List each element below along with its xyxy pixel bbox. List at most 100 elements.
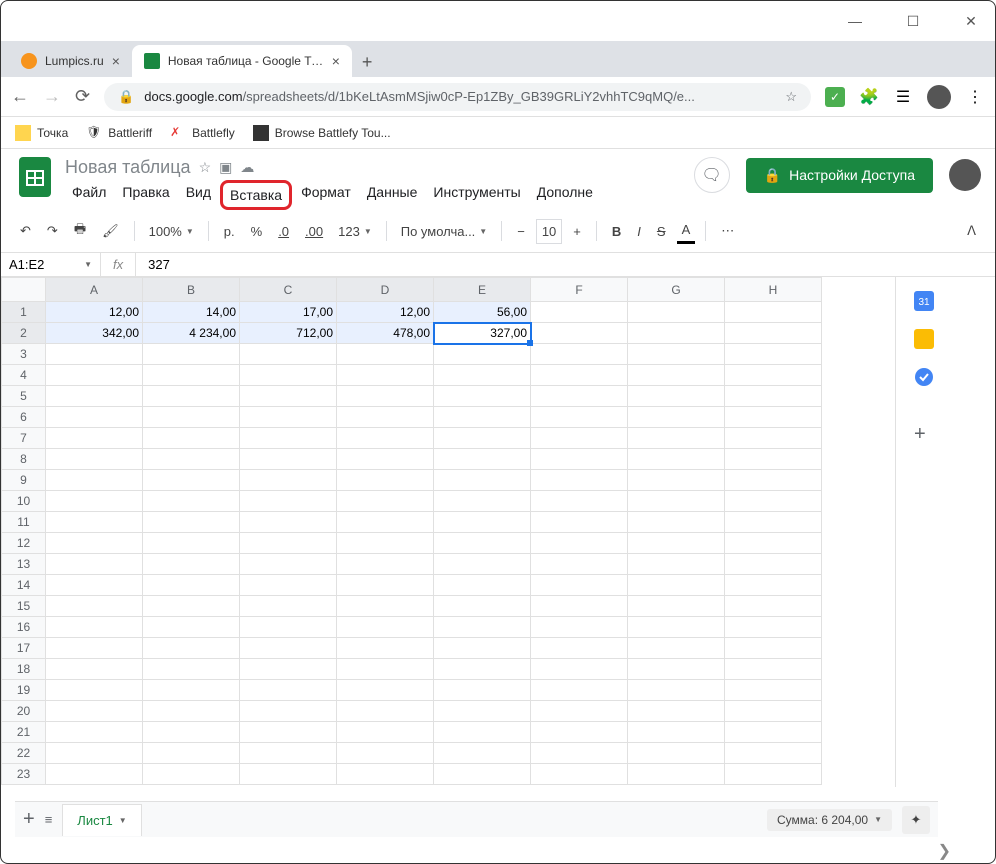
cell[interactable] — [143, 533, 240, 554]
bookmark-item[interactable]: 🛡Battleriff — [86, 125, 152, 141]
cell[interactable] — [628, 533, 725, 554]
cell[interactable] — [628, 323, 725, 344]
explore-button[interactable]: ✦ — [902, 806, 930, 834]
cell[interactable] — [143, 365, 240, 386]
cell[interactable] — [628, 386, 725, 407]
nav-forward-icon[interactable]: → — [43, 86, 61, 107]
menu-инструменты[interactable]: Инструменты — [426, 180, 527, 210]
row-header[interactable]: 15 — [2, 596, 46, 617]
row-header[interactable]: 1 — [2, 302, 46, 323]
cell[interactable] — [240, 575, 337, 596]
cell[interactable]: 17,00 — [240, 302, 337, 323]
cell[interactable] — [46, 722, 143, 743]
cell[interactable] — [46, 470, 143, 491]
cell[interactable] — [337, 491, 434, 512]
cell[interactable]: 712,00 — [240, 323, 337, 344]
cell[interactable] — [46, 407, 143, 428]
cell[interactable] — [531, 764, 628, 785]
cell[interactable] — [531, 638, 628, 659]
cell[interactable] — [434, 365, 531, 386]
cell[interactable] — [628, 302, 725, 323]
column-header[interactable]: C — [240, 278, 337, 302]
row-header[interactable]: 5 — [2, 386, 46, 407]
cell[interactable] — [337, 428, 434, 449]
font-select[interactable]: По умолча...▼ — [397, 222, 491, 241]
cell[interactable] — [434, 386, 531, 407]
cell[interactable] — [46, 491, 143, 512]
cell[interactable] — [143, 638, 240, 659]
cell[interactable]: 12,00 — [337, 302, 434, 323]
cell[interactable] — [725, 722, 822, 743]
cell[interactable] — [628, 407, 725, 428]
row-header[interactable]: 16 — [2, 617, 46, 638]
cell[interactable] — [531, 470, 628, 491]
cell[interactable] — [434, 617, 531, 638]
cell[interactable] — [46, 533, 143, 554]
cell[interactable] — [531, 302, 628, 323]
cell[interactable]: 12,00 — [46, 302, 143, 323]
cell[interactable] — [143, 701, 240, 722]
side-panel-toggle-icon[interactable]: ❯ — [938, 841, 951, 861]
cell[interactable] — [143, 617, 240, 638]
text-color-button[interactable]: A — [677, 218, 696, 244]
row-header[interactable]: 23 — [2, 764, 46, 785]
cell[interactable] — [628, 743, 725, 764]
cell[interactable] — [337, 701, 434, 722]
cell[interactable] — [240, 533, 337, 554]
cell[interactable]: 4 234,00 — [143, 323, 240, 344]
star-icon[interactable]: ☆ — [199, 159, 212, 176]
account-avatar[interactable] — [949, 159, 981, 191]
cell[interactable] — [434, 449, 531, 470]
cell[interactable] — [46, 659, 143, 680]
print-icon[interactable]: 🖶 — [69, 216, 91, 246]
cell[interactable] — [628, 449, 725, 470]
cell[interactable]: 14,00 — [143, 302, 240, 323]
comment-history-icon[interactable]: 🗨 — [694, 157, 730, 193]
formula-input[interactable]: 327 — [136, 253, 995, 276]
cell[interactable] — [337, 680, 434, 701]
cell[interactable] — [531, 407, 628, 428]
quicksum-display[interactable]: Сумма: 6 204,00▼ — [767, 809, 892, 831]
menu-правка[interactable]: Правка — [115, 180, 176, 210]
cell[interactable] — [434, 680, 531, 701]
cell[interactable] — [46, 617, 143, 638]
cell[interactable] — [337, 407, 434, 428]
italic-button[interactable]: I — [632, 220, 646, 243]
cell[interactable] — [531, 554, 628, 575]
share-button[interactable]: 🔒 Настройки Доступа — [746, 158, 933, 193]
cell[interactable] — [725, 533, 822, 554]
cell[interactable] — [143, 596, 240, 617]
cell[interactable] — [46, 638, 143, 659]
cell[interactable] — [434, 764, 531, 785]
cell[interactable] — [46, 344, 143, 365]
profile-avatar-icon[interactable] — [927, 85, 951, 109]
row-header[interactable]: 14 — [2, 575, 46, 596]
cell[interactable] — [434, 407, 531, 428]
browser-tab[interactable]: Lumpics.ru × — [9, 45, 132, 77]
cell[interactable] — [531, 596, 628, 617]
cell[interactable] — [240, 491, 337, 512]
decrease-decimal-button[interactable]: .0 — [273, 220, 294, 243]
bookmark-item[interactable]: ✗Battlefly — [170, 125, 235, 141]
cell[interactable] — [337, 743, 434, 764]
cell[interactable] — [434, 470, 531, 491]
cell[interactable] — [143, 344, 240, 365]
nav-reload-icon[interactable]: ⟳ — [75, 86, 90, 107]
cell[interactable] — [337, 554, 434, 575]
cell[interactable] — [628, 764, 725, 785]
new-tab-button[interactable]: + — [352, 48, 383, 77]
cell[interactable] — [531, 533, 628, 554]
cell[interactable] — [628, 722, 725, 743]
cell[interactable] — [143, 764, 240, 785]
cell[interactable] — [143, 470, 240, 491]
increase-decimal-button[interactable]: .00 — [300, 220, 328, 243]
cell[interactable] — [240, 428, 337, 449]
add-sheet-button[interactable]: + — [23, 808, 35, 831]
cell[interactable] — [628, 575, 725, 596]
cell[interactable] — [628, 554, 725, 575]
cell[interactable] — [725, 386, 822, 407]
cell[interactable] — [46, 743, 143, 764]
cell[interactable] — [628, 596, 725, 617]
paint-format-icon[interactable]: 🖌 — [97, 219, 124, 243]
cell[interactable] — [240, 617, 337, 638]
